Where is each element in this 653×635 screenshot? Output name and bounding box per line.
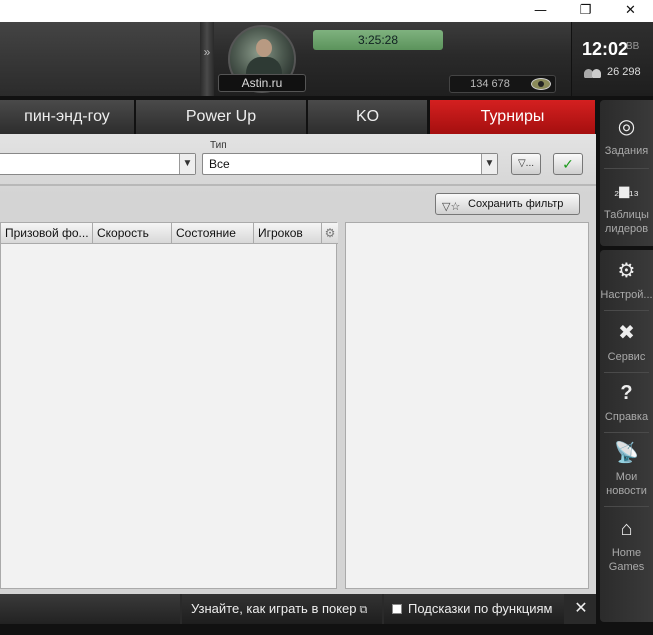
session-timer: 3:25:28	[313, 30, 443, 50]
balance-value: 134 678	[470, 78, 510, 90]
divider	[0, 184, 596, 186]
username[interactable]: Astin.ru	[218, 74, 306, 92]
funnel-icon: ▽...	[517, 158, 535, 169]
external-link-icon: ⧉	[359, 604, 368, 616]
funnel-star-icon: ▽☆	[442, 201, 461, 213]
sidebar-item-label: Таблицы лидеров	[604, 209, 649, 235]
sidebar-item-challenges[interactable]: ◎ Задания	[600, 114, 653, 158]
sidebar-separator	[604, 372, 649, 373]
learn-poker-label: Узнайте, как играть в покер	[191, 601, 357, 616]
filter-select-left[interactable]: ▼	[0, 153, 196, 175]
learn-poker-link[interactable]: Узнайте, как играть в покер ⧉	[182, 594, 382, 624]
close-window-button[interactable]: ✕	[608, 0, 653, 22]
home-icon: ⌂	[620, 518, 633, 540]
close-footer-button[interactable]: ✕	[566, 594, 596, 624]
checkmark-icon: ✓	[562, 156, 574, 172]
minimize-button[interactable]: —	[518, 0, 563, 22]
tournament-list[interactable]: Призовой фо... Скорость Состояние Игроко…	[0, 222, 338, 589]
type-select[interactable]: Все ▼	[202, 153, 498, 175]
avatar-head	[256, 39, 272, 57]
column-settings-gear-icon[interactable]: ⚙	[322, 223, 338, 244]
header-left-area	[0, 22, 200, 96]
gear-icon: ⚙	[617, 260, 636, 282]
sidebar-separator	[604, 310, 649, 311]
sidebar-separator	[604, 168, 649, 169]
sidebar-item-leaderboards[interactable]: ₂▆₁₃ Таблицы лидеров	[600, 178, 653, 236]
sidebar-item-label: Сервис	[607, 351, 646, 363]
type-select-value: Все	[209, 157, 230, 171]
tools-icon: ✖	[618, 322, 635, 344]
sidebar-item-help[interactable]: ? Справка	[600, 380, 653, 424]
hints-label: Подсказки по функциям	[408, 601, 553, 616]
save-filter-button[interactable]: ▽☆ Сохранить фильтр	[435, 193, 580, 215]
sidebar-item-label: Мои новости	[606, 471, 647, 497]
question-icon: ?	[620, 382, 633, 404]
tab-ko[interactable]: KO	[308, 100, 428, 134]
footer-bar: Узнайте, как играть в покер ⧉ Подсказки п…	[0, 594, 596, 624]
sidebar-item-label: Настрой...	[600, 289, 653, 301]
sidebar-group-bottom: ⚙ Настрой... ✖ Сервис ? Справка 📡 Мои но…	[600, 250, 653, 622]
sidebar-separator	[604, 432, 649, 433]
maximize-button[interactable]: ❐	[563, 0, 608, 22]
sidebar-item-home-games[interactable]: ⌂ Home Games	[600, 516, 653, 574]
window-titlebar: — ❐ ✕	[0, 0, 653, 22]
podium-icon: ₂▆₁₃	[614, 183, 639, 198]
balance-box: 134 678	[449, 75, 556, 93]
sidebar-item-label: Home Games	[608, 547, 645, 573]
sidebar-item-label: Задания	[604, 145, 649, 157]
sidebar-item-service[interactable]: ✖ Сервис	[600, 320, 653, 364]
target-icon: ◎	[617, 116, 636, 138]
players-online-count: 26 298	[607, 66, 641, 78]
tab-tournaments[interactable]: Турниры	[430, 100, 596, 134]
filter-funnel-button[interactable]: ▽...	[511, 153, 541, 175]
clock-area: 12:02 BB 26 298	[571, 22, 653, 96]
clock: 12:02	[582, 39, 629, 59]
type-label: Тип	[210, 140, 227, 151]
sidebar-item-news[interactable]: 📡 Мои новости	[600, 440, 653, 498]
column-status[interactable]: Состояние	[172, 223, 254, 244]
save-filter-label: Сохранить фильтр	[468, 198, 564, 210]
bottom-edge	[0, 624, 653, 635]
column-players[interactable]: Игроков	[254, 223, 322, 244]
hints-checkbox[interactable]	[392, 604, 402, 614]
clock-zone: BB	[626, 41, 640, 52]
filter-row: ▼ Тип Все ▼ ▽... ✓	[0, 134, 596, 186]
tournament-detail-panel	[345, 222, 589, 589]
column-prize-pool[interactable]: Призовой фо...	[1, 223, 93, 244]
apply-filter-button[interactable]: ✓	[553, 153, 583, 175]
antenna-icon: 📡	[614, 442, 639, 464]
players-icon	[584, 68, 604, 78]
sidebar-separator	[604, 506, 649, 507]
tab-spin-and-go[interactable]: пин-энд-гоу	[0, 100, 135, 134]
eye-icon[interactable]	[531, 78, 551, 90]
sidebar-item-label: Справка	[604, 411, 649, 423]
feature-hints-toggle[interactable]: Подсказки по функциям	[384, 594, 564, 624]
sidebar-group-top: ◎ Задания ₂▆₁₃ Таблицы лидеров	[600, 100, 653, 246]
header: » Astin.ru 3:25:28 134 678 12:02 BB 26 2…	[0, 22, 653, 96]
chevron-down-icon: ▼	[179, 154, 195, 174]
column-speed[interactable]: Скорость	[93, 223, 172, 244]
main-panel: ▼ Тип Все ▼ ▽... ✓ ▽☆ Сохранить фильтр П…	[0, 134, 596, 594]
expand-panel-button[interactable]: »	[200, 22, 214, 96]
right-sidebar: ◎ Задания ₂▆₁₃ Таблицы лидеров ⚙ Настрой…	[596, 96, 653, 626]
chevron-down-icon: ▼	[481, 154, 497, 174]
footer-spacer	[0, 594, 180, 624]
sidebar-item-settings[interactable]: ⚙ Настрой...	[600, 258, 653, 302]
game-type-tabs: пин-энд-гоу Power Up KO Турниры	[0, 96, 596, 134]
tab-power-up[interactable]: Power Up	[136, 100, 307, 134]
